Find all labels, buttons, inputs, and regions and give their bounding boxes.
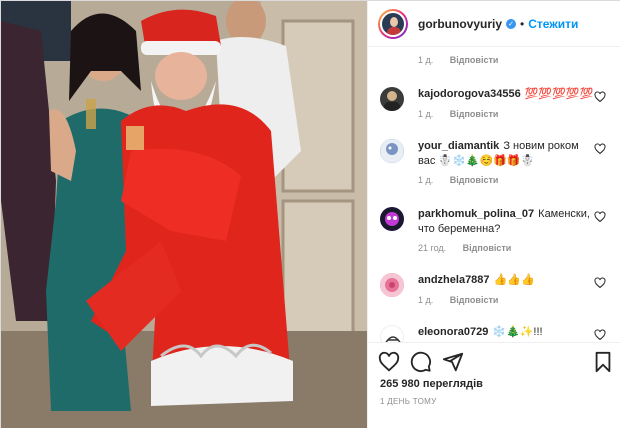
share-icon[interactable]	[442, 351, 464, 373]
comment-time: 21 год.	[418, 243, 447, 253]
reply-button[interactable]: Відповісти	[450, 109, 499, 119]
commenter-username[interactable]: your_diamantik	[418, 140, 499, 152]
previous-comment-meta: 1 д. Відповісти	[418, 55, 512, 65]
reply-button[interactable]: Відповісти	[450, 55, 499, 65]
commenter-avatar[interactable]	[380, 207, 404, 231]
comment-meta: 1 д. Відповісти	[418, 109, 512, 119]
comment-text-block: andzhela7887 👍👍👍	[418, 273, 594, 288]
commenter-avatar[interactable]	[380, 325, 404, 342]
commenter-username[interactable]: kajodorogova34556	[418, 88, 521, 100]
post-header: gorbunovyuriy ✓ • Стежити	[368, 1, 620, 47]
comment-icon[interactable]	[410, 351, 432, 373]
comment-text-block: parkhomuk_polina_07 Каменски, что беремен…	[418, 207, 594, 237]
comment-item: eleonora0729 ❄️🎄✨!!!	[368, 321, 620, 342]
comment-body: 💯💯💯💯💯	[524, 88, 594, 100]
like-comment-heart-icon[interactable]	[594, 277, 606, 289]
commenter-username[interactable]: eleonora0729	[418, 326, 488, 338]
author-avatar-image	[380, 10, 406, 37]
post-sidebar: gorbunovyuriy ✓ • Стежити 1 д. Відповіст…	[367, 1, 620, 428]
reply-button[interactable]: Відповісти	[463, 243, 512, 253]
comment-meta: 21 год. Відповісти	[418, 243, 525, 253]
comment-text-block: kajodorogova34556 💯💯💯💯💯	[418, 87, 594, 102]
author-username[interactable]: gorbunovyuriy	[418, 17, 502, 31]
comment-time: 1 д.	[418, 55, 434, 65]
views-count[interactable]: 265 980 переглядів	[380, 378, 483, 390]
comments-list[interactable]: 1 д. Відповісти kajodorogova34556 💯💯💯💯💯 1…	[368, 47, 620, 342]
follow-button[interactable]: Стежити	[528, 17, 578, 31]
reply-button[interactable]: Відповісти	[450, 175, 499, 185]
comment-meta: 1 д. Відповісти	[418, 295, 512, 305]
comment-body: 👍👍👍	[493, 274, 535, 286]
comment-time: 1 д.	[418, 109, 434, 119]
commenter-avatar[interactable]	[380, 87, 404, 111]
commenter-avatar[interactable]	[380, 273, 404, 297]
comment-time: 1 д.	[418, 295, 434, 305]
heart-icon[interactable]	[378, 351, 400, 373]
verified-badge-icon: ✓	[506, 18, 517, 29]
like-comment-heart-icon[interactable]	[594, 329, 606, 341]
post-photo[interactable]	[1, 1, 367, 428]
comment-text-block: eleonora0729 ❄️🎄✨!!!	[418, 325, 594, 340]
instagram-post-window: gorbunovyuriy ✓ • Стежити 1 д. Відповіст…	[0, 0, 620, 428]
comment-text-block: your_diamantik З новим роком вас ☃️❄️🎄☺️🎁…	[418, 139, 594, 169]
comment-body: ❄️🎄✨!!!	[492, 326, 543, 338]
comment-meta: 1 д. Відповісти	[418, 175, 512, 185]
like-comment-heart-icon[interactable]	[594, 91, 606, 103]
comment-time: 1 д.	[418, 175, 434, 185]
post-date[interactable]: 1 ДЕНЬ ТОМУ	[380, 397, 436, 406]
commenter-username[interactable]: parkhomuk_polina_07	[418, 208, 534, 220]
like-comment-heart-icon[interactable]	[594, 143, 606, 155]
comment-item: andzhela7887 👍👍👍 1 д. Відповісти	[368, 269, 620, 329]
comment-item: your_diamantik З новим роком вас ☃️❄️🎄☺️🎁…	[368, 135, 620, 195]
comment-item: parkhomuk_polina_07 Каменски, что беремен…	[368, 203, 620, 263]
reply-button[interactable]: Відповісти	[450, 295, 499, 305]
post-photo-image	[1, 1, 367, 428]
post-actions: 265 980 переглядів 1 ДЕНЬ ТОМУ	[368, 342, 620, 428]
bookmark-icon[interactable]	[592, 351, 614, 373]
comment-item: kajodorogova34556 💯💯💯💯💯 1 д. Відповісти	[368, 83, 620, 143]
header-separator: •	[520, 16, 525, 31]
like-comment-heart-icon[interactable]	[594, 211, 606, 223]
author-avatar[interactable]	[378, 8, 408, 39]
commenter-avatar[interactable]	[380, 139, 404, 163]
commenter-username[interactable]: andzhela7887	[418, 274, 490, 286]
